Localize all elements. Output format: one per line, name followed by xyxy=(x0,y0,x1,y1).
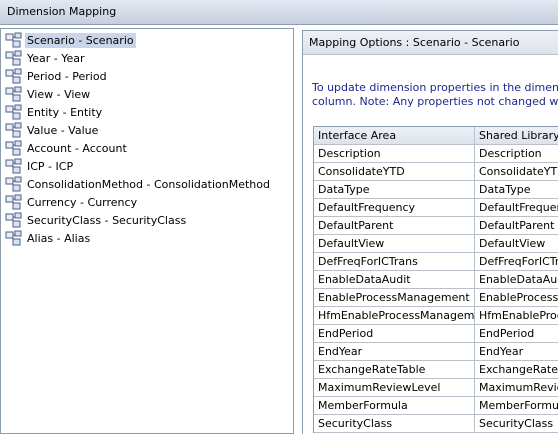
shared-library-cell[interactable]: EndPeriod xyxy=(475,325,558,343)
shared-library-cell[interactable]: MemberFormula xyxy=(475,397,558,415)
table-row[interactable]: ConsolidateYTD ConsolidateYTD xyxy=(314,163,558,181)
tree-item[interactable]: View - View xyxy=(5,85,92,103)
dimension-hierarchy-icon xyxy=(5,50,22,66)
dimension-hierarchy-icon xyxy=(5,212,22,228)
dimension-hierarchy-icon xyxy=(5,140,22,156)
tree-item-label: Currency - Currency xyxy=(27,195,138,209)
tree-item[interactable]: ConsolidationMethod - ConsolidationMetho… xyxy=(5,175,272,193)
table-row[interactable]: HfmEnableProcessManagementHfmEnableProce… xyxy=(314,307,558,325)
table-row[interactable]: DefaultView DefaultView xyxy=(314,235,558,253)
tree-item[interactable]: ICP - ICP xyxy=(5,157,75,175)
tree-item[interactable]: Scenario - Scenario xyxy=(5,31,136,49)
property-mapping-table: Interface Area Shared Library Descriptio… xyxy=(313,126,558,433)
interface-area-cell: ExchangeRateTable xyxy=(314,361,475,379)
tree-item-label: ICP - ICP xyxy=(27,159,74,173)
table-row[interactable]: SecurityClass SecurityClass xyxy=(314,415,558,433)
interface-area-cell: ConsolidateYTD xyxy=(314,163,475,181)
tree-item[interactable]: SecurityClass - SecurityClass xyxy=(5,211,188,229)
shared-library-cell[interactable]: EnableProcessMa xyxy=(475,289,558,307)
dimension-hierarchy-icon xyxy=(5,32,22,48)
tree-item-label: Year - Year xyxy=(27,51,85,65)
dimension-hierarchy-icon xyxy=(5,68,22,84)
table-row[interactable]: DataType DataType xyxy=(314,181,558,199)
title-bar: Dimension Mapping xyxy=(0,0,558,25)
window-title: Dimension Mapping xyxy=(7,5,117,18)
table-row[interactable]: MemberFormulaMemberFormula xyxy=(314,397,558,415)
table-row[interactable]: EnableDataAuditEnableDataAudit xyxy=(314,271,558,289)
tree-item-label: ConsolidationMethod - ConsolidationMetho… xyxy=(27,177,270,191)
shared-library-cell[interactable]: DefaultView xyxy=(475,235,558,253)
interface-area-cell: EnableProcessManagement xyxy=(314,289,475,307)
tree-item-label: Entity - Entity xyxy=(27,105,103,119)
tree-item[interactable]: Period - Period xyxy=(5,67,109,85)
tree-item-label: SecurityClass - SecurityClass xyxy=(27,213,187,227)
dimension-hierarchy-icon xyxy=(5,158,22,174)
shared-library-cell[interactable]: ExchangeRateTa xyxy=(475,361,558,379)
mapping-options-header: Mapping Options : Scenario - Scenario xyxy=(303,31,558,55)
shared-library-cell[interactable]: DataType xyxy=(475,181,558,199)
mapping-options-title: Mapping Options : Scenario - Scenario xyxy=(309,36,520,49)
shared-library-cell[interactable]: DefFreqForICTrans xyxy=(475,253,558,271)
tree-item-label: Period - Period xyxy=(27,69,107,83)
tree-item-label: Alias - Alias xyxy=(27,231,91,245)
shared-library-cell[interactable]: MaximumReview xyxy=(475,379,558,397)
mapping-description: To update dimension properties in the di… xyxy=(312,81,558,109)
tree-item-label: View - View xyxy=(27,87,91,101)
dimension-hierarchy-icon xyxy=(5,86,22,102)
table-row[interactable]: Description Description xyxy=(314,145,558,163)
interface-area-cell: EnableDataAudit xyxy=(314,271,475,289)
tree-item-label: Account - Account xyxy=(27,141,127,155)
table-row[interactable]: DefaultFrequencyDefaultFrequenc xyxy=(314,199,558,217)
shared-library-cell[interactable]: DefaultParent xyxy=(475,217,558,235)
interface-area-cell: HfmEnableProcessManagement xyxy=(314,307,475,325)
interface-area-cell: MaximumReviewLevel xyxy=(314,379,475,397)
table-row[interactable]: ExchangeRateTableExchangeRateTa xyxy=(314,361,558,379)
interface-area-cell: DataType xyxy=(314,181,475,199)
interface-area-cell: DefaultFrequency xyxy=(314,199,475,217)
dimension-hierarchy-icon xyxy=(5,104,22,120)
shared-library-cell[interactable]: Description xyxy=(475,145,558,163)
interface-area-cell: DefaultParent xyxy=(314,217,475,235)
dimension-hierarchy-icon xyxy=(5,176,22,192)
interface-area-cell: DefaultView xyxy=(314,235,475,253)
tree-item[interactable]: Alias - Alias xyxy=(5,229,92,247)
table-header-row: Interface Area Shared Library xyxy=(314,127,558,145)
description-line-1: To update dimension properties in the di… xyxy=(312,81,558,94)
tree-item-label: Scenario - Scenario xyxy=(25,32,136,48)
table-row[interactable]: DefaultParent DefaultParent xyxy=(314,217,558,235)
mapping-options-panel: Mapping Options : Scenario - Scenario To… xyxy=(302,30,558,434)
table-row[interactable]: EndPeriod EndPeriod xyxy=(314,325,558,343)
dimension-hierarchy-icon xyxy=(5,194,22,210)
interface-area-cell: Description xyxy=(314,145,475,163)
dimension-tree-panel: Scenario - Scenario Year - Year Period - P… xyxy=(0,28,294,434)
interface-area-cell: SecurityClass xyxy=(314,415,475,433)
table-row[interactable]: EndYear EndYear xyxy=(314,343,558,361)
description-line-2: column. Note: Any properties not changed… xyxy=(312,95,558,108)
shared-library-cell[interactable]: ConsolidateYTD xyxy=(475,163,558,181)
shared-library-cell[interactable]: EndYear xyxy=(475,343,558,361)
tree-item[interactable]: Currency - Currency xyxy=(5,193,139,211)
shared-library-cell[interactable]: EnableDataAudit xyxy=(475,271,558,289)
interface-area-cell: MemberFormula xyxy=(314,397,475,415)
table-row[interactable]: DefFreqForICTransDefFreqForICTrans xyxy=(314,253,558,271)
interface-area-cell: EndPeriod xyxy=(314,325,475,343)
tree-item[interactable]: Account - Account xyxy=(5,139,129,157)
column-header-shared-library[interactable]: Shared Library xyxy=(475,127,558,145)
column-header-interface-area[interactable]: Interface Area xyxy=(314,127,475,145)
dimension-hierarchy-icon xyxy=(5,230,22,246)
table-row[interactable]: MaximumReviewLevelMaximumReview xyxy=(314,379,558,397)
shared-library-cell[interactable]: SecurityClass xyxy=(475,415,558,433)
shared-library-cell[interactable]: HfmEnableProcess xyxy=(475,307,558,325)
table-row[interactable]: EnableProcessManagementEnableProcessMa xyxy=(314,289,558,307)
tree-item-label: Value - Value xyxy=(27,123,99,137)
tree-item[interactable]: Value - Value xyxy=(5,121,100,139)
dimension-hierarchy-icon xyxy=(5,122,22,138)
tree-item[interactable]: Year - Year xyxy=(5,49,87,67)
shared-library-cell[interactable]: DefaultFrequenc xyxy=(475,199,558,217)
tree-item[interactable]: Entity - Entity xyxy=(5,103,104,121)
interface-area-cell: DefFreqForICTrans xyxy=(314,253,475,271)
interface-area-cell: EndYear xyxy=(314,343,475,361)
